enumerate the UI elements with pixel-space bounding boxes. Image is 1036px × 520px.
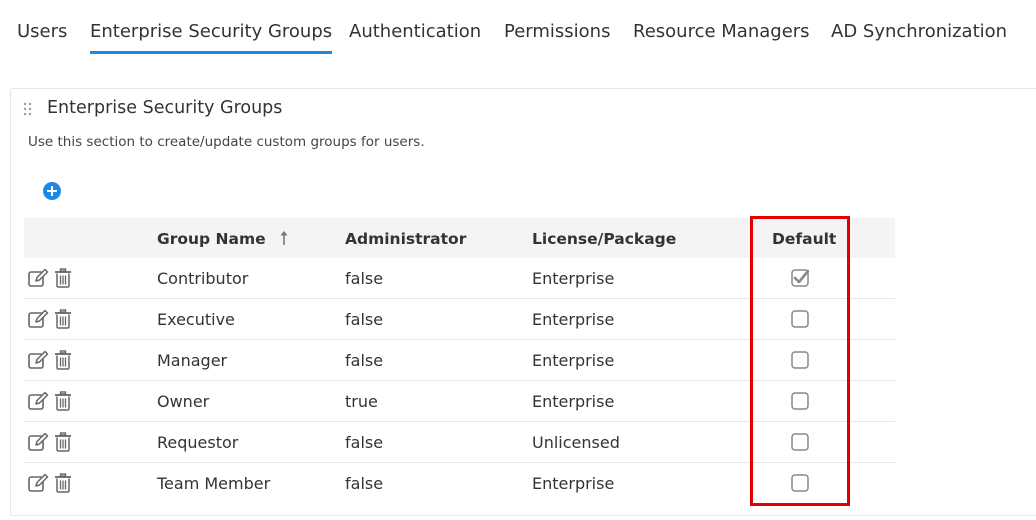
edit-icon[interactable]	[28, 268, 49, 288]
administrator-cell: false	[345, 310, 384, 329]
tab-permissions[interactable]: Permissions	[504, 20, 610, 44]
group-name-cell: Contributor	[157, 269, 249, 288]
table-row: Contributor false Enterprise	[24, 258, 895, 299]
table-header: Group Name Administrator License/Package…	[24, 218, 895, 258]
drag-handle-icon[interactable]	[22, 101, 34, 117]
default-checkbox[interactable]	[791, 269, 809, 287]
table-row: Manager false Enterprise	[24, 340, 895, 381]
default-checkbox[interactable]	[791, 392, 809, 410]
table-body: Contributor false Enterprise Executive f…	[24, 258, 895, 503]
tab-authentication[interactable]: Authentication	[349, 20, 481, 44]
tab-bar: Users Enterprise Security Groups Authent…	[0, 0, 1036, 60]
tab-enterprise-security-groups[interactable]: Enterprise Security Groups	[90, 20, 333, 54]
license-cell: Enterprise	[532, 351, 615, 370]
column-header-license[interactable]: License/Package	[532, 230, 676, 248]
group-name-cell: Owner	[157, 392, 210, 411]
trash-icon[interactable]	[54, 350, 72, 370]
trash-icon[interactable]	[54, 391, 72, 411]
license-cell: Enterprise	[532, 310, 615, 329]
tab-ad-synchronization[interactable]: AD Synchronization	[831, 20, 1007, 44]
column-header-default[interactable]: Default	[772, 230, 836, 248]
table-row: Team Member false Enterprise	[24, 463, 895, 503]
license-cell: Enterprise	[532, 474, 615, 493]
edit-icon[interactable]	[28, 391, 49, 411]
security-groups-table: Group Name Administrator License/Package…	[24, 218, 895, 503]
group-name-cell: Team Member	[157, 474, 271, 493]
edit-icon[interactable]	[28, 432, 49, 452]
trash-icon[interactable]	[54, 473, 72, 493]
tab-users[interactable]: Users	[17, 20, 67, 44]
group-name-cell: Requestor	[157, 433, 239, 452]
add-group-button[interactable]	[42, 181, 62, 201]
default-checkbox[interactable]	[791, 474, 809, 492]
column-header-group-name[interactable]: Group Name	[157, 230, 289, 248]
group-name-header-label: Group Name	[157, 230, 266, 248]
license-cell: Unlicensed	[532, 433, 620, 452]
administrator-cell: true	[345, 392, 378, 411]
administrator-cell: false	[345, 269, 384, 288]
trash-icon[interactable]	[54, 268, 72, 288]
trash-icon[interactable]	[54, 432, 72, 452]
group-name-cell: Manager	[157, 351, 228, 370]
license-cell: Enterprise	[532, 269, 615, 288]
administrator-cell: false	[345, 433, 384, 452]
administrator-cell: false	[345, 351, 384, 370]
administrator-cell: false	[345, 474, 384, 493]
column-header-administrator[interactable]: Administrator	[345, 230, 466, 248]
trash-icon[interactable]	[54, 309, 72, 329]
table-row: Executive false Enterprise	[24, 299, 895, 340]
tab-resource-managers[interactable]: Resource Managers	[633, 20, 810, 44]
panel-description: Use this section to create/update custom…	[28, 134, 425, 150]
edit-icon[interactable]	[28, 473, 49, 493]
table-row: Requestor false Unlicensed	[24, 422, 895, 463]
default-checkbox[interactable]	[791, 351, 809, 369]
sort-ascending-icon[interactable]	[279, 230, 289, 246]
panel-title: Enterprise Security Groups	[47, 98, 283, 118]
edit-icon[interactable]	[28, 309, 49, 329]
group-name-cell: Executive	[157, 310, 235, 329]
license-cell: Enterprise	[532, 392, 615, 411]
default-checkbox[interactable]	[791, 433, 809, 451]
edit-icon[interactable]	[28, 350, 49, 370]
default-checkbox[interactable]	[791, 310, 809, 328]
table-row: Owner true Enterprise	[24, 381, 895, 422]
